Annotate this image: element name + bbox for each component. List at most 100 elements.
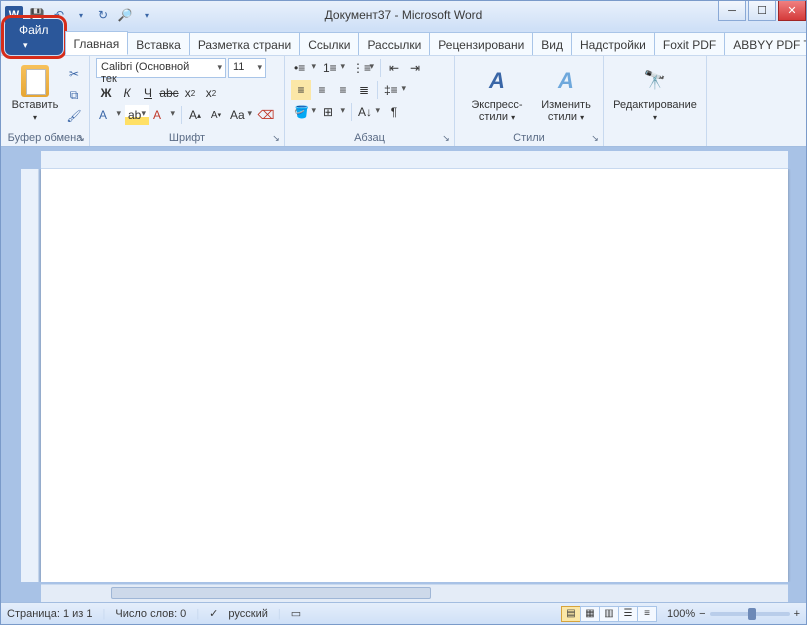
paragraph-dialog-launcher[interactable]: ↘ [440,132,452,144]
group-paragraph-label: Абзац [291,130,448,146]
line-spacing-button[interactable]: ‡≡ [381,80,409,100]
undo-dropdown-icon[interactable]: ▾ [73,7,89,23]
document-page[interactable] [41,169,788,582]
qat-customize-icon[interactable]: ▾ [139,7,155,23]
styles-dialog-launcher[interactable]: ↘ [589,132,601,144]
align-right-button[interactable]: ≡ [333,80,353,100]
group-paragraph: •≡ 1≡ ⋮≡ ⇤ ⇥ ≡ ≡ ≡ ≣ ‡≡ 🪣 ⊞ [285,56,455,146]
tab-view[interactable]: Вид [532,32,572,55]
status-bar: Страница: 1 из 1 | Число слов: 0 | ✓ рус… [1,602,806,624]
zoom-in-button[interactable]: + [794,608,800,620]
change-case-button[interactable]: Aa [227,105,255,125]
view-reading[interactable]: ▦ [580,606,600,622]
increase-indent-button[interactable]: ⇥ [405,58,425,78]
horizontal-scrollbar[interactable] [41,584,788,602]
show-marks-button[interactable]: ¶ [384,102,404,122]
grow-font-button[interactable]: A▴ [185,105,205,125]
scrollbar-thumb[interactable] [111,587,431,599]
tab-layout[interactable]: Разметка страни [189,32,300,55]
find-icon[interactable]: 🔎 [117,7,133,23]
change-styles-button[interactable]: A Изменить стили ▾ [535,58,597,130]
status-word-count[interactable]: Число слов: 0 [115,608,186,620]
multilevel-button[interactable]: ⋮≡ [349,58,377,78]
zoom-out-button[interactable]: − [699,608,705,620]
tab-addins[interactable]: Надстройки [571,32,655,55]
chevron-down-icon: ▾ [511,113,515,122]
group-styles-label: Стили [461,130,597,146]
text-effects-button[interactable]: A [96,105,124,125]
quick-styles-icon: A [481,65,513,97]
quick-styles-button[interactable]: A Экспресс-стили ▾ [461,58,533,130]
clipboard-dialog-launcher[interactable]: ↘ [75,132,87,144]
titlebar: W 💾 ↶ ▾ ↻ 🔎 ▾ Документ37 - Microsoft Wor… [1,1,806,29]
font-size-dropdown[interactable]: 11 [228,58,266,78]
bold-button[interactable]: Ж [96,83,116,103]
highlight-button[interactable]: ab [125,105,149,125]
view-web[interactable]: ▥ [599,606,619,622]
shading-button[interactable]: 🪣 [291,102,319,122]
decrease-indent-button[interactable]: ⇤ [384,58,404,78]
font-color-button[interactable]: A [150,105,178,125]
insert-mode-icon[interactable]: ▭ [291,607,301,620]
editing-button[interactable]: 🔭 Редактирование▾ [610,58,700,130]
vertical-ruler[interactable] [21,169,39,582]
clear-formatting-button[interactable]: ⌫ [256,105,276,125]
horizontal-ruler[interactable] [41,151,788,169]
document-area [1,147,806,602]
tab-references[interactable]: Ссылки [299,32,359,55]
cut-icon[interactable]: ✂ [65,65,83,83]
view-outline[interactable]: ☰ [618,606,638,622]
justify-button[interactable]: ≣ [354,80,374,100]
tab-home[interactable]: Главная [65,31,129,55]
shrink-font-button[interactable]: A▾ [206,105,226,125]
tab-file[interactable]: Файл ▾ [5,19,63,55]
status-page[interactable]: Страница: 1 из 1 [7,608,93,620]
chevron-down-icon: ▾ [33,113,37,122]
binoculars-icon: 🔭 [639,65,671,97]
group-clipboard-label: Буфер обмена [7,130,83,146]
group-font: Calibri (Основной тек 11 Ж К Ч abc x2 x2… [90,56,285,146]
chevron-down-icon: ▾ [580,113,584,122]
zoom-slider-knob[interactable] [748,608,756,620]
strikethrough-button[interactable]: abc [159,83,179,103]
numbering-button[interactable]: 1≡ [320,58,348,78]
zoom-level[interactable]: 100% [667,608,695,620]
sort-button[interactable]: A↓ [355,102,383,122]
tab-foxit[interactable]: Foxit PDF [654,32,725,55]
paste-button[interactable]: Вставить ▾ [7,58,63,130]
font-name-dropdown[interactable]: Calibri (Основной тек [96,58,226,78]
align-left-button[interactable]: ≡ [291,80,311,100]
view-print-layout[interactable]: ▤ [561,606,581,622]
font-dialog-launcher[interactable]: ↘ [270,132,282,144]
italic-button[interactable]: К [117,83,137,103]
refresh-icon[interactable]: ↻ [95,7,111,23]
format-painter-icon[interactable]: 🖌 [65,107,83,125]
window-title: Документ37 - Microsoft Word [325,8,483,22]
tab-insert[interactable]: Вставка [127,32,190,55]
editing-label: Редактирование [613,99,697,111]
font-size-value: 11 [233,61,244,73]
close-button[interactable]: ✕ [778,1,806,21]
view-draft[interactable]: ≡ [637,606,657,622]
proofing-icon[interactable]: ✓ [209,607,218,620]
copy-icon[interactable]: ⧉ [65,86,83,104]
tab-abbyy[interactable]: ABBYY PDF Trans [724,32,807,55]
zoom-control: 100% − + [667,608,800,620]
tab-mailings[interactable]: Рассылки [358,32,430,55]
group-editing: 🔭 Редактирование▾ [604,56,707,146]
ribbon: Вставить ▾ ✂ ⧉ 🖌 Буфер обмена ↘ Calibri (… [1,55,806,147]
superscript-button[interactable]: x2 [201,83,221,103]
underline-button[interactable]: Ч [138,83,158,103]
zoom-slider[interactable] [710,612,790,616]
tab-review[interactable]: Рецензировани [429,32,533,55]
group-editing-label [610,130,700,146]
bullets-button[interactable]: •≡ [291,58,319,78]
borders-button[interactable]: ⊞ [320,102,348,122]
align-center-button[interactable]: ≡ [312,80,332,100]
paste-label: Вставить [12,99,59,111]
status-language[interactable]: русский [228,608,267,620]
maximize-button[interactable]: ☐ [748,1,776,21]
minimize-button[interactable]: ─ [718,1,746,21]
subscript-button[interactable]: x2 [180,83,200,103]
group-clipboard: Вставить ▾ ✂ ⧉ 🖌 Буфер обмена ↘ [1,56,90,146]
